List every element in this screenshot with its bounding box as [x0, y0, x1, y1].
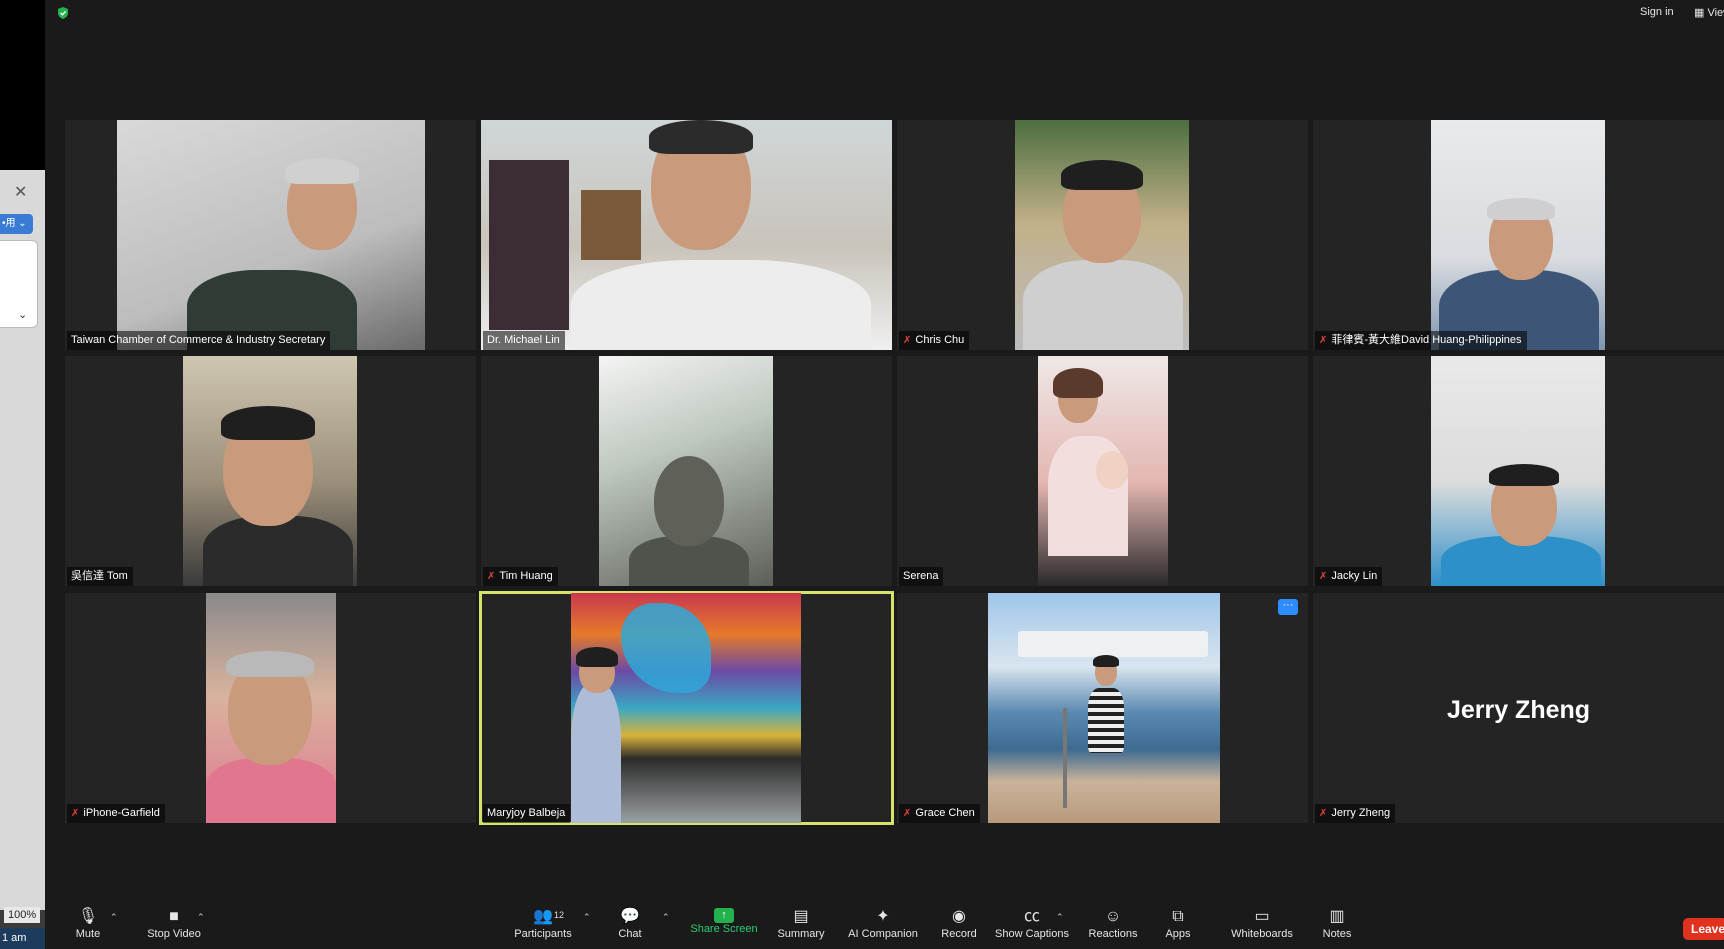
grid-icon: ▦: [1694, 7, 1705, 19]
participant-name-tag: Dr. Michael Lin: [483, 331, 565, 350]
video-tile[interactable]: 吳信達 Tom: [65, 356, 476, 586]
participant-video: [1038, 356, 1168, 586]
record-icon: ◉: [952, 908, 966, 925]
participant-name-tag: Serena: [899, 567, 944, 586]
whiteboards-button[interactable]: ▭ Whiteboards: [1224, 904, 1300, 949]
video-tile[interactable]: ✗ Tim Huang: [481, 356, 892, 586]
mic-muted-icon: ✗: [1319, 571, 1328, 582]
mic-muted-icon: ✗: [903, 335, 912, 346]
background-app-select[interactable]: •用 ⌄: [0, 214, 33, 234]
summary-button[interactable]: ▤ Summary: [773, 904, 829, 949]
more-options-button[interactable]: ···: [1278, 599, 1298, 615]
apps-icon: ⧉: [1172, 908, 1184, 925]
share-screen-icon: ↑: [714, 908, 734, 923]
notes-button[interactable]: ▥ Notes: [1317, 904, 1357, 949]
participant-name-tag: ✗ 菲律賓-黃大維David Huang-Philippines: [1315, 331, 1527, 350]
leave-button[interactable]: Leave: [1683, 918, 1724, 940]
background-app-header: [0, 0, 45, 170]
participant-name-tag: ✗ iPhone-Garfield: [67, 804, 165, 823]
participant-name-tag: 吳信達 Tom: [67, 567, 133, 586]
apps-button[interactable]: ⧉ Apps: [1158, 904, 1198, 949]
participant-name-tag: ✗ Jerry Zheng: [1315, 804, 1396, 823]
participant-video: [1431, 120, 1605, 350]
participant-video: [206, 593, 336, 823]
participants-count: 12: [554, 910, 565, 920]
video-tile[interactable]: ✗ iPhone-Garfield: [65, 593, 476, 823]
participant-video: [1431, 356, 1605, 586]
chevron-down-icon[interactable]: ⌄: [18, 308, 27, 321]
notes-icon: ▥: [1329, 908, 1345, 925]
video-tile[interactable]: ✗ Chris Chu: [897, 120, 1308, 350]
chat-button[interactable]: 💬 Chat: [610, 904, 650, 949]
whiteboard-icon: ▭: [1254, 908, 1270, 925]
participant-name-tag: Maryjoy Balbeja: [483, 804, 571, 823]
participant-name-tag: ✗ Chris Chu: [899, 331, 970, 350]
video-options-caret[interactable]: ⌃: [197, 912, 205, 923]
video-tile[interactable]: Dr. Michael Lin: [481, 120, 892, 350]
participant-display-name: Jerry Zheng: [1446, 696, 1591, 724]
close-icon[interactable]: ✕: [14, 182, 27, 202]
sparkle-icon: ✦: [876, 908, 890, 925]
smiley-icon: ☺: [1104, 908, 1122, 925]
record-button[interactable]: ◉ Record: [935, 904, 983, 949]
meeting-toolbar: 🎙 Mute ⌃ ■ Stop Video ⌃ 👥 Participants 1…: [45, 904, 1724, 949]
participant-video: [571, 593, 801, 823]
participants-options-caret[interactable]: ⌃: [583, 912, 591, 923]
participant-name-tag: ✗ Grace Chen: [899, 804, 980, 823]
participant-name-tag: ✗ Tim Huang: [483, 567, 558, 586]
video-tile-video-off[interactable]: Jerry Zheng ✗ Jerry Zheng: [1313, 593, 1724, 823]
participant-video: [1015, 120, 1189, 350]
show-captions-button[interactable]: ㏄ Show Captions: [991, 904, 1073, 949]
mic-muted-icon: ✗: [1319, 335, 1328, 346]
mic-muted-icon: ✗: [1319, 808, 1328, 819]
video-tile[interactable]: ··· ✗ Grace Chen: [897, 593, 1308, 823]
mic-muted-icon: ✗: [903, 808, 912, 819]
share-screen-button[interactable]: ↑ Share Screen: [688, 904, 760, 949]
mic-muted-icon: ✗: [71, 808, 80, 819]
sign-in-link[interactable]: Sign in: [1640, 6, 1674, 18]
reactions-button[interactable]: ☺ Reactions: [1081, 904, 1145, 949]
video-tile[interactable]: Serena: [897, 356, 1308, 586]
participant-name-tag: Taiwan Chamber of Commerce & Industry Se…: [67, 331, 331, 350]
participant-video: [988, 593, 1220, 823]
view-button[interactable]: ▦ View: [1694, 6, 1724, 19]
participant-name-tag: ✗ Jacky Lin: [1315, 567, 1383, 586]
encryption-shield-icon[interactable]: [56, 6, 70, 20]
summary-icon: ▤: [793, 908, 809, 925]
chat-icon: 💬: [620, 908, 640, 925]
audio-options-caret[interactable]: ⌃: [110, 912, 118, 923]
participants-icon: 👥: [533, 908, 553, 925]
chat-options-caret[interactable]: ⌃: [662, 912, 670, 923]
video-tile[interactable]: Taiwan Chamber of Commerce & Industry Se…: [65, 120, 476, 350]
participant-video: [481, 120, 892, 350]
participant-video: [599, 356, 773, 586]
video-tile-active-speaker[interactable]: Maryjoy Balbeja: [479, 591, 894, 825]
mic-muted-icon: ✗: [487, 571, 496, 582]
mute-button[interactable]: 🎙 Mute: [65, 904, 111, 949]
stop-video-button[interactable]: ■ Stop Video: [137, 904, 211, 949]
captions-options-caret[interactable]: ⌃: [1056, 912, 1064, 923]
participant-video: [183, 356, 357, 586]
ai-companion-button[interactable]: ✦ AI Companion: [841, 904, 925, 949]
microphone-icon: 🎙: [77, 908, 99, 925]
participants-button[interactable]: 👥 Participants: [511, 904, 575, 949]
zoom-level: 100%: [4, 907, 41, 923]
participant-video: [117, 120, 425, 350]
clock-time: 1 am: [0, 928, 45, 949]
video-tile[interactable]: ✗ 菲律賓-黃大維David Huang-Philippines: [1313, 120, 1724, 350]
video-tile[interactable]: ✗ Jacky Lin: [1313, 356, 1724, 586]
